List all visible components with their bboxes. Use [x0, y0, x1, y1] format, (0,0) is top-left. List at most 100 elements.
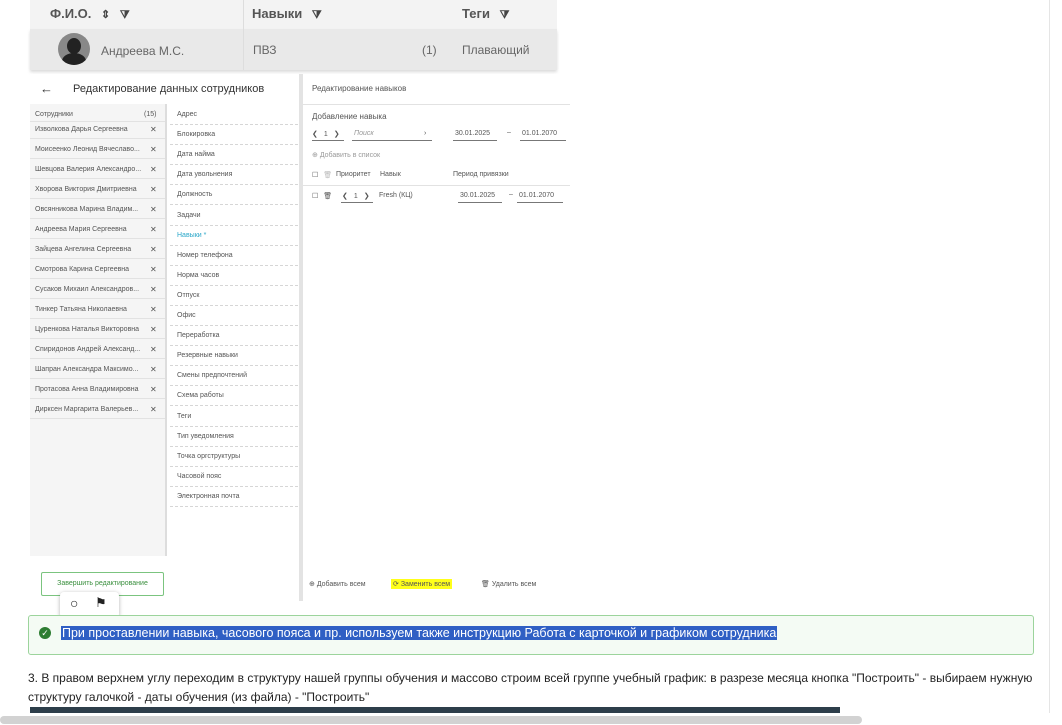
- close-icon[interactable]: ✕: [150, 305, 157, 314]
- priority-stepper[interactable]: ❮ 1 ❯: [312, 130, 340, 138]
- skills-panel-title: Редактирование навыков: [312, 84, 407, 93]
- field-item[interactable]: Электронная почта: [177, 493, 239, 500]
- row-divider: [170, 204, 298, 206]
- row-divider: [30, 158, 165, 159]
- column-header-fio-label: Ф.И.О.: [50, 6, 92, 21]
- close-icon[interactable]: ✕: [150, 265, 157, 274]
- close-icon[interactable]: ✕: [150, 245, 157, 254]
- chevron-right-icon[interactable]: ❯: [334, 131, 340, 138]
- filter-icon[interactable]: ⧩: [500, 9, 510, 21]
- field-item[interactable]: Задачи: [177, 212, 201, 219]
- column-header-tags[interactable]: Теги ⧩: [462, 6, 509, 22]
- row-divider: [30, 378, 165, 379]
- replace-all-button[interactable]: ⟳ Заменить всем: [391, 579, 453, 589]
- replace-all-label: Заменить всем: [400, 581, 451, 588]
- comment-icon[interactable]: ○: [70, 595, 78, 611]
- field-item[interactable]: Резервные навыки: [177, 352, 238, 359]
- list-item[interactable]: Овсянникова Марина Владим...: [35, 206, 138, 213]
- row-divider: [30, 238, 165, 239]
- row-date-from[interactable]: 30.01.2025: [460, 192, 495, 199]
- sort-icon[interactable]: ⇕: [101, 9, 110, 21]
- list-item[interactable]: Сусаков Михаил Александров...: [35, 286, 139, 293]
- field-item[interactable]: Смены предпочтений: [177, 372, 247, 379]
- close-icon[interactable]: ✕: [150, 185, 157, 194]
- checkbox-icon[interactable]: ☐: [312, 172, 318, 179]
- field-item[interactable]: Точка оргструктуры: [177, 453, 240, 460]
- list-item[interactable]: Тинкер Татьяна Николаевна: [35, 306, 127, 313]
- close-icon[interactable]: ✕: [150, 165, 157, 174]
- close-icon[interactable]: ✕: [150, 205, 157, 214]
- field-item[interactable]: Офис: [177, 312, 196, 319]
- field-item[interactable]: Норма часов: [177, 272, 219, 279]
- close-icon[interactable]: ✕: [150, 385, 157, 394]
- close-icon[interactable]: ✕: [150, 285, 157, 294]
- close-icon[interactable]: ✕: [150, 365, 157, 374]
- chevron-right-icon[interactable]: ❯: [364, 193, 370, 200]
- add-to-list-label: Добавить в список: [319, 152, 381, 159]
- column-divider: [243, 0, 244, 70]
- field-item[interactable]: Переработка: [177, 332, 220, 339]
- checkbox-icon[interactable]: ☐: [312, 193, 318, 200]
- jira-icon[interactable]: ⚑: [95, 595, 107, 611]
- row-divider: [170, 284, 298, 286]
- close-icon[interactable]: ✕: [150, 325, 157, 334]
- row-divider: [170, 164, 298, 166]
- field-item[interactable]: Часовой пояс: [177, 473, 221, 480]
- back-arrow-icon[interactable]: ←: [40, 81, 53, 96]
- filter-icon[interactable]: ⧩: [120, 9, 130, 21]
- field-item[interactable]: Адрес: [177, 111, 197, 118]
- list-item[interactable]: Смотрова Карина Сергеевна: [35, 266, 129, 273]
- filter-icon[interactable]: ⧩: [312, 9, 322, 21]
- field-item[interactable]: Дата увольнения: [177, 171, 232, 178]
- list-item[interactable]: Цуренкова Наталья Викторовна: [35, 326, 139, 333]
- list-item[interactable]: Спиридонов Андрей Александ...: [35, 346, 140, 353]
- field-item[interactable]: Должность: [177, 191, 212, 198]
- list-item[interactable]: Моисеенко Леонид Вячеславо...: [35, 146, 140, 153]
- field-item[interactable]: Блокировка: [177, 131, 215, 138]
- row-priority-stepper[interactable]: ❮ 1 ❯: [342, 192, 370, 200]
- row-divider: [30, 258, 165, 259]
- date-from-input[interactable]: 30.01.2025: [455, 130, 490, 137]
- employee-skill-count: (1): [422, 43, 437, 57]
- row-divider: [170, 485, 298, 487]
- date-to-input[interactable]: 01.01.2070: [522, 130, 557, 137]
- close-icon[interactable]: ✕: [150, 405, 157, 414]
- list-item[interactable]: Шевцова Валерия Александро...: [35, 166, 141, 173]
- column-header-skill: Навык: [380, 171, 401, 178]
- editor-title: Редактирование данных сотрудников: [73, 83, 265, 95]
- list-item[interactable]: Дирксен Маргарита Валерьев...: [35, 406, 138, 413]
- list-item[interactable]: Хворова Виктория Дмитриевна: [35, 186, 137, 193]
- close-icon[interactable]: ✕: [150, 125, 157, 134]
- close-icon[interactable]: ✕: [150, 345, 157, 354]
- horizontal-scrollbar[interactable]: [0, 716, 862, 724]
- list-item[interactable]: Зайцева Ангелина Сергеевна: [35, 246, 131, 253]
- list-item[interactable]: Шапран Александра Максимо...: [35, 366, 138, 373]
- skill-row-controls[interactable]: ☐ 🗑: [312, 192, 332, 200]
- close-icon[interactable]: ✕: [150, 225, 157, 234]
- chevron-left-icon[interactable]: ❮: [312, 131, 318, 138]
- field-item[interactable]: Отпуск: [177, 292, 199, 299]
- list-item[interactable]: Андреева Мария Сергеевна: [35, 226, 127, 233]
- delete-all-button[interactable]: 🗑 Удалить всем: [481, 580, 536, 588]
- chevron-right-icon[interactable]: ›: [424, 130, 426, 137]
- list-item[interactable]: Протасова Анна Владимировна: [35, 386, 139, 393]
- trash-icon[interactable]: 🗑: [323, 193, 332, 200]
- chevron-left-icon[interactable]: ❮: [342, 193, 348, 200]
- add-all-button[interactable]: ⊕ Добавить всем: [309, 580, 366, 588]
- add-to-list-button[interactable]: ⊕ Добавить в список: [312, 151, 380, 159]
- row-divider: [170, 425, 298, 427]
- check-circle-icon: ✓: [39, 627, 51, 639]
- column-header-fio[interactable]: Ф.И.О. ⇕ ⧩: [50, 6, 130, 22]
- field-item[interactable]: Тип уведомления: [177, 433, 234, 440]
- skill-search-input[interactable]: Поиск: [354, 130, 374, 137]
- field-item[interactable]: Номер телефона: [177, 252, 233, 259]
- column-header-skills[interactable]: Навыки ⧩: [252, 6, 322, 22]
- input-underline: [520, 140, 566, 141]
- field-item[interactable]: Дата найма: [177, 151, 215, 158]
- field-item[interactable]: Навыки *: [177, 232, 206, 239]
- field-item[interactable]: Схема работы: [177, 392, 224, 399]
- list-item[interactable]: Изволкова Дарья Сергеевна: [35, 126, 128, 133]
- field-item[interactable]: Теги: [177, 413, 191, 420]
- close-icon[interactable]: ✕: [150, 145, 157, 154]
- row-date-to[interactable]: 01.01.2070: [519, 192, 554, 199]
